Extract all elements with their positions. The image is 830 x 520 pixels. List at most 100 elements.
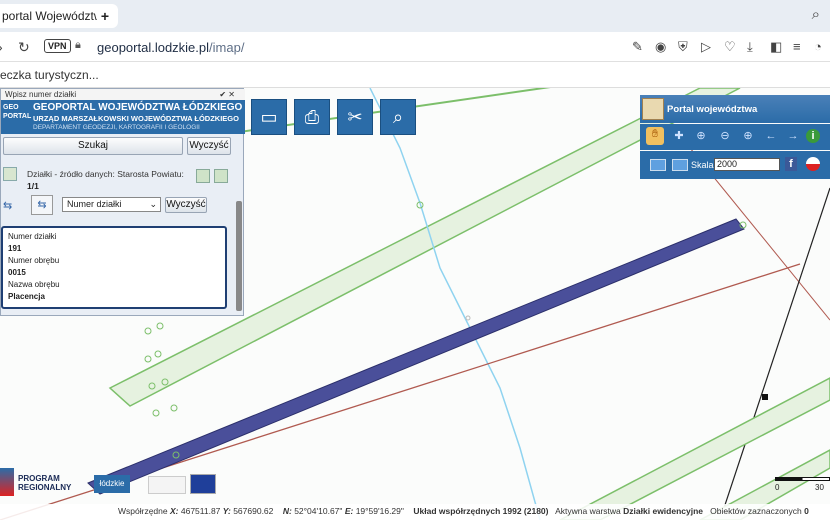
print-button[interactable]: ⎙ [294, 99, 330, 135]
search-button[interactable]: Szukaj [3, 137, 183, 155]
map-point [152, 409, 160, 417]
move-icon[interactable]: ✚ [672, 129, 686, 143]
clear-select-button[interactable]: Wyczyść [165, 197, 207, 213]
sidebar-icon[interactable]: ◧ [770, 39, 782, 55]
parcel-number-value: 191 [8, 244, 22, 253]
chevron-down-icon: ⌄ [149, 199, 157, 209]
program-logo-mark [0, 468, 14, 496]
vpn-badge[interactable]: VPN [44, 39, 71, 53]
coords-label: Współrzędne [118, 506, 168, 516]
map-point [144, 355, 152, 363]
magnifier-icon: ⌕ [392, 107, 404, 127]
polish-flag-icon[interactable] [806, 157, 820, 171]
tab-bar: portal Województwa Ł + ⌕ [0, 0, 830, 32]
eu-flag-icon [190, 474, 216, 494]
back-icon[interactable]: › [0, 39, 3, 55]
identify-icon[interactable]: ⇆ [3, 199, 12, 212]
facebook-icon[interactable]: f [785, 157, 797, 171]
address-bar: › ↻ VPN 🔒︎ geoportal.lodzkie.pl/imap/ ✎ … [0, 32, 830, 62]
zoom-box-icon[interactable]: ⊕ [741, 129, 755, 143]
footer-logos: PROGRAM REGIONALNY łódzkie [0, 468, 240, 498]
portal-logo [642, 98, 664, 120]
bookmarks-bar: eczka turystyczn... [0, 62, 830, 88]
edit-icon[interactable]: ✎ [632, 39, 643, 55]
map-point [156, 322, 164, 330]
zoom-in-icon[interactable]: ⊕ [694, 129, 708, 143]
scale-label: Skala: [691, 160, 717, 170]
result-count: 1/1 [27, 181, 39, 191]
e-value: 19°59'16.29" [355, 506, 404, 516]
new-tab-button[interactable]: + [96, 7, 114, 25]
selected-count: 0 [804, 506, 809, 516]
e-label: E: [344, 506, 354, 516]
search-type-select[interactable]: Numer działki ⌄ [62, 197, 161, 212]
n-label: N: [282, 506, 292, 516]
panel-window-controls[interactable]: ✔ ✕ [219, 89, 235, 100]
layers-icon[interactable] [672, 159, 688, 171]
lock-icon[interactable]: 🔒︎ [75, 39, 81, 52]
map-point [144, 327, 152, 335]
status-bar: Współrzędne X: 467511.87 Y: 567690.62 N:… [0, 504, 830, 520]
print-icon: ⎙ [304, 107, 320, 127]
folder-icon: ▭ [260, 107, 278, 127]
scale-row: Skala: 2000 f [640, 151, 830, 179]
banner-subtitle: URZĄD MARSZAŁKOWSKI WOJEWÓDZTWA ŁÓDZKIEG… [33, 114, 239, 123]
scalebar-graphic [775, 477, 830, 481]
layer-zoom-icon[interactable] [214, 169, 228, 183]
bookmark-item[interactable]: eczka turystyczn... [0, 68, 99, 82]
camera-icon[interactable]: ◉ [655, 39, 666, 55]
search-panel: Wpisz numer działki ✔ ✕ GEO PORTAL GEOPO… [0, 88, 245, 316]
open-folder-button[interactable]: ▭ [251, 99, 287, 135]
zoom-out-icon[interactable]: ⊖ [718, 129, 732, 143]
search-icon[interactable]: ⌕ [812, 6, 820, 23]
program-logo-text: PROGRAM REGIONALNY [18, 474, 71, 492]
panel-title: Wpisz numer działki [5, 90, 77, 99]
water-line [369, 88, 541, 520]
scale-input[interactable]: 2000 [714, 158, 780, 171]
search-tool-button[interactable]: ⌕ [380, 99, 416, 135]
geoportal-banner: GEO PORTAL GEOPORTAL WOJEWÓDZTWA ŁÓDZKIE… [1, 100, 245, 134]
program-line-2: REGIONALNY [18, 483, 72, 492]
clear-button[interactable]: Wyczyść [187, 137, 231, 155]
coordinate-system: Układ współrzędnych 1992 (2180) [413, 506, 549, 516]
info-icon[interactable]: i [806, 129, 820, 143]
send-icon[interactable]: ▷ [701, 39, 711, 55]
parcel-info-box: Numer działki 191 Numer obrębu 0015 Nazw… [1, 226, 227, 309]
panel-scrollbar[interactable] [236, 201, 242, 311]
measure-button[interactable]: ✂ [337, 99, 373, 135]
reload-icon[interactable]: ↻ [18, 39, 30, 56]
precinct-name-value: Placencja [8, 292, 45, 301]
next-view-icon[interactable]: → [786, 129, 800, 143]
previous-view-icon[interactable]: ← [764, 129, 778, 143]
layer-action-icon[interactable] [196, 169, 210, 183]
url-path: /imap/ [209, 40, 245, 55]
identify-icon-active: ⇆ [37, 199, 47, 211]
lodzkie-logo: łódzkie [94, 475, 130, 493]
profile-icon[interactable]: ◔ [814, 39, 822, 54]
y-value: 567690.62 [233, 506, 274, 516]
y-label: Y: [222, 506, 231, 516]
heart-icon[interactable]: ♡ [724, 39, 736, 55]
parcel-number-label: Numer działki [8, 232, 57, 241]
layer-toggle-icon[interactable] [3, 167, 17, 181]
map-controls-panel: Portal województwa ✋︎ ✚ ⊕ ⊖ ⊕ ← → i Skal… [640, 95, 830, 179]
url-domain: geoportal.lodzkie.pl [97, 40, 210, 55]
x-value: 467511.87 [180, 506, 221, 516]
road-band-bottom [559, 377, 830, 520]
menu-icon[interactable]: ≡ [793, 39, 801, 54]
map-scalebar: 0 30 [775, 474, 830, 492]
shield-icon[interactable]: ⛨ [678, 39, 688, 55]
search-type-value: Numer działki [67, 199, 122, 209]
portal-title: Portal województwa [667, 104, 758, 115]
download-icon[interactable]: ⤓ [747, 39, 753, 55]
legend-icon[interactable] [650, 159, 666, 171]
identify-active-button[interactable]: ⇆ [31, 195, 53, 215]
layer-source-text: Działki - źródło danych: Starosta Powiat… [27, 169, 184, 179]
n-value: 52°04'10.67" [294, 506, 343, 516]
url-field[interactable]: geoportal.lodzkie.pl/imap/ [97, 40, 244, 55]
x-label: X: [169, 506, 179, 516]
program-line-1: PROGRAM [18, 474, 60, 483]
hand-pan-icon[interactable]: ✋︎ [646, 127, 664, 145]
scalebar-zero: 0 [775, 483, 780, 492]
banner-title: GEOPORTAL WOJEWÓDZTWA ŁÓDZKIEGO [33, 102, 243, 113]
